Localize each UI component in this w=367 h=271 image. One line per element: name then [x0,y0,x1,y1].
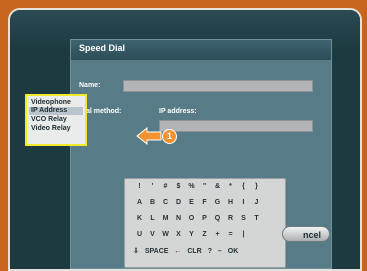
method-videophone[interactable]: Videophone [31,99,71,107]
clear-key[interactable]: CLR [187,248,201,255]
key[interactable]: X [172,231,185,238]
down-arrow-icon[interactable]: ⇩ [133,248,139,255]
ip-address-label: IP address: [159,108,197,115]
question-key[interactable]: ? [208,248,212,255]
keyboard-row-1: ! ' # $% " & *{} [133,183,263,190]
tv-screen: Speed Dial Name: Dial method: IP address… [8,8,362,271]
on-screen-keyboard: ! ' # $% " & *{} ABCDEFGHIJ KLMNOPQRST U V W X Y Z +… [124,178,286,268]
key[interactable]: Q [211,215,224,222]
key[interactable]: Y [185,231,198,238]
key[interactable]: C [159,199,172,206]
method-vco-relay[interactable]: VCO Relay [31,116,67,124]
key[interactable]: & [211,183,224,190]
dialog-title: Speed Dial [79,43,126,53]
key[interactable]: W [159,231,172,238]
keyboard-row-2: ABCDEFGHIJ [133,199,263,206]
pointer-arrow-icon [136,127,162,145]
key[interactable]: R [224,215,237,222]
cancel-button[interactable]: ncel [282,226,330,242]
ok-key[interactable]: OK [228,248,239,255]
dialog-title-bar: Speed Dial [71,40,331,60]
callout-badge: 1 [162,129,177,144]
keyboard-row-3: KLMNOPQRST [133,215,263,222]
key[interactable]: L [146,215,159,222]
key[interactable]: % [185,183,198,190]
key[interactable]: * [224,183,237,190]
key[interactable]: | [237,231,250,238]
key[interactable]: G [211,199,224,206]
key[interactable]: E [185,199,198,206]
key[interactable]: " [198,183,211,190]
key[interactable]: H [224,199,237,206]
key[interactable]: $ [172,183,185,190]
key[interactable]: Z [198,231,211,238]
method-ip-address[interactable]: IP Address [29,107,83,115]
key[interactable]: O [185,215,198,222]
key[interactable]: = [224,231,237,238]
key[interactable]: ! [133,183,146,190]
name-field[interactable] [123,80,313,92]
dial-method-list[interactable]: Videophone IP Address VCO Relay Video Re… [25,94,87,146]
key[interactable]: U [133,231,146,238]
key[interactable]: B [146,199,159,206]
key[interactable]: V [146,231,159,238]
key[interactable]: M [159,215,172,222]
key[interactable]: N [172,215,185,222]
key[interactable]: + [211,231,224,238]
space-key[interactable]: SPACE [145,248,169,255]
key[interactable]: I [237,199,250,206]
key[interactable]: T [250,215,263,222]
key[interactable]: F [198,199,211,206]
left-arrow-icon[interactable]: ← [174,248,181,255]
key[interactable]: K [133,215,146,222]
keyboard-bottom-row: ⇩ SPACE ← CLR ? – OK [133,247,242,255]
name-label: Name: [79,82,101,89]
key[interactable]: { [237,183,250,190]
ip-address-field[interactable] [159,120,313,132]
key[interactable]: A [133,199,146,206]
key[interactable]: # [159,183,172,190]
keyboard-row-4: U V W X Y Z + = | [133,231,263,238]
key[interactable]: } [250,183,263,190]
key[interactable]: ' [146,183,159,190]
key[interactable]: D [172,199,185,206]
key[interactable]: P [198,215,211,222]
key[interactable]: J [250,199,263,206]
key[interactable]: S [237,215,250,222]
method-video-relay[interactable]: Video Relay [31,125,71,133]
dash-key[interactable]: – [218,248,222,255]
